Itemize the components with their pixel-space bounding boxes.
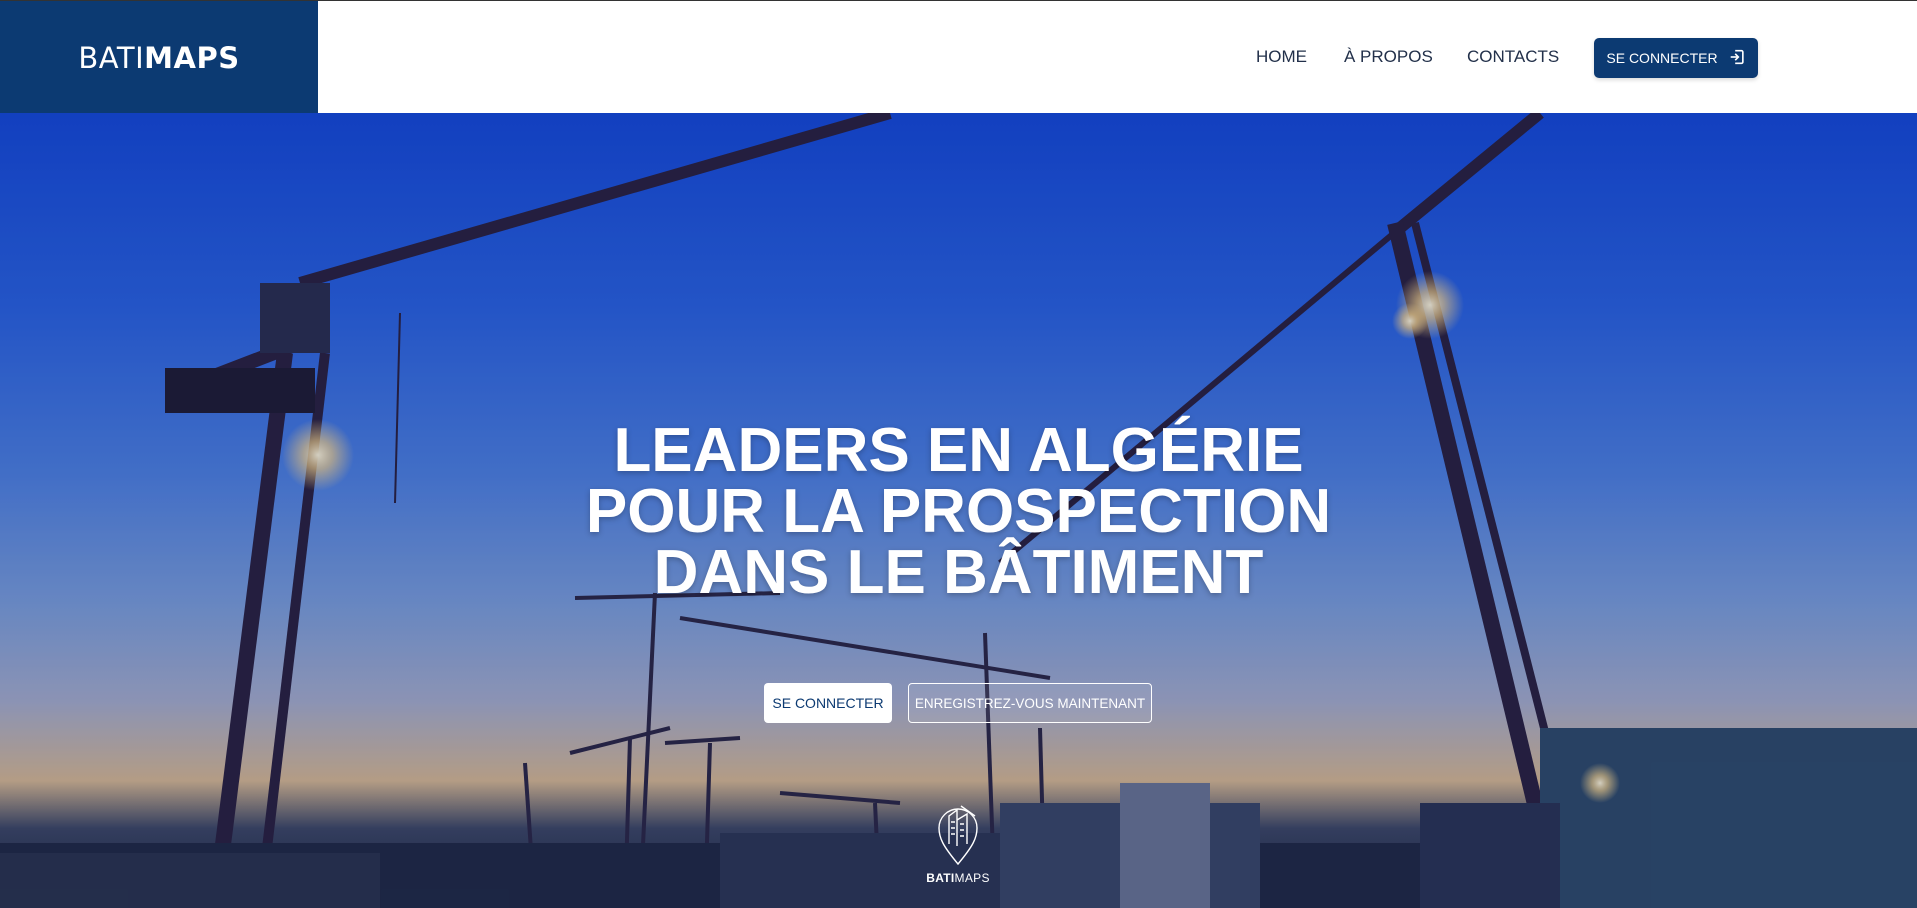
brand-logo-part2: MAPS [144,40,240,75]
nav-home[interactable]: HOME [1256,47,1307,67]
hero-headline-line2: POUR LA PROSPECTION [585,477,1332,546]
brand-logo-part1: BATI [78,40,145,75]
login-button-label: SE CONNECTER [1606,50,1718,66]
nav-contacts[interactable]: CONTACTS [1467,47,1559,67]
brand-logo[interactable]: BATI MAPS [0,1,318,114]
hero-login-button[interactable]: SE CONNECTER [764,683,892,723]
hero-logo-part1: BATI [926,871,955,885]
login-button-top[interactable]: SE CONNECTER [1594,38,1758,78]
hero-logo: BATIMAPS [918,800,998,890]
building-pin-icon [931,800,985,871]
hero-headline-line1: LEADERS EN ALGÉRIE [613,416,1304,485]
hero-banner: LEADERS EN ALGÉRIE POUR LA PROSPECTION D… [0,113,1917,908]
hero-headline: LEADERS EN ALGÉRIE POUR LA PROSPECTION D… [500,416,1417,607]
nav-about[interactable]: À PROPOS [1344,47,1433,67]
hero-register-button[interactable]: ENREGISTREZ-VOUS MAINTENANT [908,683,1152,723]
top-navbar: BATI MAPS HOME À PROPOS CONTACTS SE CONNE… [0,0,1917,114]
hero-logo-part2: MAPS [954,871,990,885]
hero-logo-text: BATIMAPS [926,871,990,885]
hero-headline-line3: DANS LE BÂTIMENT [653,538,1264,607]
login-icon [1728,48,1746,69]
